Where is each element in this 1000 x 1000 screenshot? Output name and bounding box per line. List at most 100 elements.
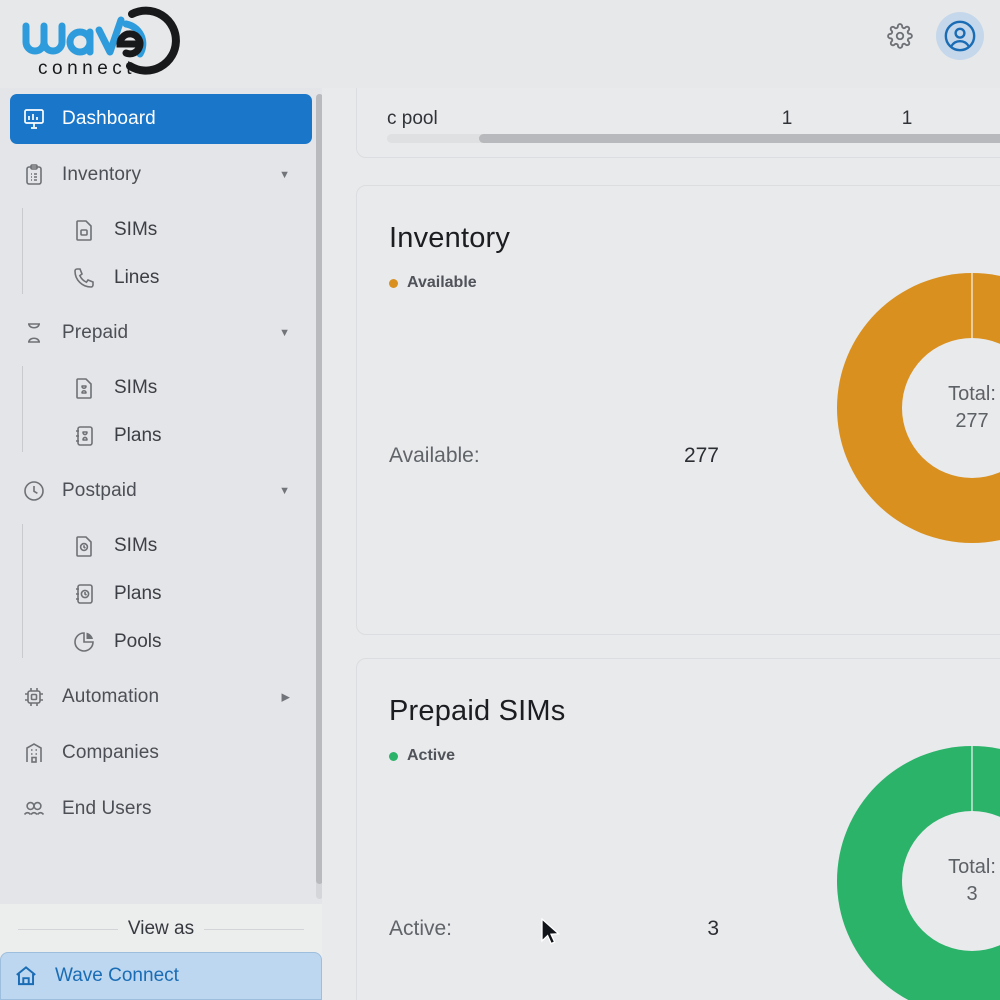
sim-clock-icon [72, 534, 106, 558]
donut-total-label: Total: [948, 856, 996, 879]
donut-total-value: 3 [966, 883, 977, 906]
sidebar-item-label: Dashboard [62, 108, 156, 130]
table-cell-value-1: 1 [727, 108, 847, 130]
hourglass-icon [22, 321, 56, 345]
donut-seam [971, 746, 973, 812]
sidebar-item-postpaid-pools[interactable]: Pools [48, 618, 322, 666]
stat-value: 3 [707, 917, 719, 941]
sidebar-subgroup-inventory: SIMs Lines [22, 206, 322, 302]
sidebar-item-label: Prepaid [62, 322, 128, 344]
account-circle-icon [943, 19, 977, 53]
legend-active[interactable]: Active [389, 747, 455, 765]
clock-icon [22, 479, 56, 503]
donut-seam [971, 273, 973, 339]
stat-key: Available: [389, 444, 480, 468]
gear-icon [887, 23, 913, 49]
chevron-down-icon[interactable]: ▼ [279, 485, 290, 497]
sidebar-subitem-label: SIMs [114, 535, 157, 557]
sidebar-item-postpaid[interactable]: Postpaid ▼ [10, 466, 312, 516]
users-icon [22, 797, 56, 821]
donut-total-value: 277 [955, 410, 988, 433]
sidebar-item-postpaid-sims[interactable]: SIMs [48, 522, 322, 570]
sidebar-item-postpaid-plans[interactable]: Plans [48, 570, 322, 618]
plan-hourglass-icon [72, 424, 106, 448]
sidebar-item-dashboard[interactable]: Dashboard [10, 94, 312, 144]
sidebar-item-inventory-lines[interactable]: Lines [48, 254, 322, 302]
sidebar-subitem-label: SIMs [114, 219, 157, 241]
home-icon [13, 963, 47, 989]
chevron-down-icon[interactable]: ▼ [279, 327, 290, 339]
sidebar-item-label: Companies [62, 742, 159, 764]
card-title: Prepaid SIMs [389, 695, 565, 728]
sidebar: Dashboard Inventory ▼ [0, 88, 322, 1000]
sidebar-item-end-users[interactable]: End Users [10, 784, 312, 834]
sidebar-item-label: Inventory [62, 164, 141, 186]
sidebar-item-companies[interactable]: Companies [10, 728, 312, 778]
table-cell-name: c pool [387, 108, 727, 130]
donut-total-label: Total: [948, 383, 996, 406]
legend-label: Active [407, 747, 455, 765]
wave-connect-logo[interactable]: connect [14, 4, 194, 82]
pools-table-card: c pool 1 1 [356, 88, 1000, 158]
view-as-selected-wave-connect[interactable]: Wave Connect [0, 952, 322, 1000]
view-as-divider: View as [0, 918, 322, 940]
building-icon [22, 741, 56, 765]
dashboard-chart-icon [22, 107, 56, 131]
view-as-label: View as [128, 918, 194, 940]
donut-center: Total: 277 [902, 338, 1000, 478]
svg-text:connect: connect [38, 58, 136, 79]
sidebar-item-automation[interactable]: Automation ▶ [10, 672, 312, 722]
sidebar-scrollbar-thumb[interactable] [316, 94, 322, 884]
table-scrollbar-thumb[interactable] [479, 134, 1000, 143]
legend-label: Available [407, 274, 477, 292]
chip-icon [22, 685, 56, 709]
legend-color-dot [389, 279, 398, 288]
top-bar: connect [0, 0, 1000, 88]
sim-card-icon [72, 218, 106, 242]
donut-center: Total: 3 [902, 811, 1000, 951]
card-title: Inventory [389, 222, 510, 255]
top-bar-actions [880, 12, 984, 60]
pie-chart-icon [72, 630, 106, 654]
chevron-down-icon[interactable]: ▼ [279, 169, 290, 181]
sidebar-subgroup-postpaid: SIMs Plans [22, 522, 322, 666]
prepaid-sims-card: Prepaid SIMs Active Active: 3 Total: 3 [356, 658, 1000, 1000]
inventory-donut-chart[interactable]: Total: 277 [837, 273, 1000, 543]
sidebar-item-prepaid[interactable]: Prepaid ▼ [10, 308, 312, 358]
sidebar-scrollbar[interactable] [316, 94, 322, 899]
view-as-selected-label: Wave Connect [55, 965, 179, 987]
table-row[interactable]: c pool 1 1 [387, 99, 1000, 139]
logo-svg: connect [14, 4, 194, 82]
sidebar-item-prepaid-plans[interactable]: Plans [48, 412, 322, 460]
stat-key: Active: [389, 917, 452, 941]
sidebar-subitem-label: Plans [114, 583, 162, 605]
app-root: connect [0, 0, 1000, 1000]
sidebar-nav: Dashboard Inventory ▼ [0, 88, 322, 908]
divider-line-left [18, 929, 118, 930]
table-horizontal-scrollbar[interactable] [387, 134, 1000, 143]
stat-row-active: Active: 3 [389, 917, 719, 941]
sidebar-subitem-label: Lines [114, 267, 159, 289]
settings-button[interactable] [880, 16, 920, 56]
sidebar-item-label: Automation [62, 686, 159, 708]
sidebar-subitem-label: SIMs [114, 377, 157, 399]
sidebar-item-inventory[interactable]: Inventory ▼ [10, 150, 312, 200]
main-content: c pool 1 1 Inventory Available Available… [322, 88, 1000, 1000]
sidebar-item-inventory-sims[interactable]: SIMs [48, 206, 322, 254]
clipboard-icon [22, 163, 56, 187]
stat-value: 277 [684, 444, 719, 468]
sidebar-subitem-label: Pools [114, 631, 162, 653]
account-button[interactable] [936, 12, 984, 60]
phone-icon [72, 266, 106, 290]
prepaid-donut-chart[interactable]: Total: 3 [837, 746, 1000, 1000]
sidebar-item-prepaid-sims[interactable]: SIMs [48, 364, 322, 412]
legend-available[interactable]: Available [389, 274, 477, 292]
sidebar-subitem-label: Plans [114, 425, 162, 447]
legend-color-dot [389, 752, 398, 761]
chevron-right-icon[interactable]: ▶ [282, 691, 290, 704]
sidebar-item-label: End Users [62, 798, 152, 820]
plan-clock-icon [72, 582, 106, 606]
divider-line-right [204, 929, 304, 930]
stat-row-available: Available: 277 [389, 444, 719, 468]
inventory-card: Inventory Available Available: 277 Total… [356, 185, 1000, 635]
